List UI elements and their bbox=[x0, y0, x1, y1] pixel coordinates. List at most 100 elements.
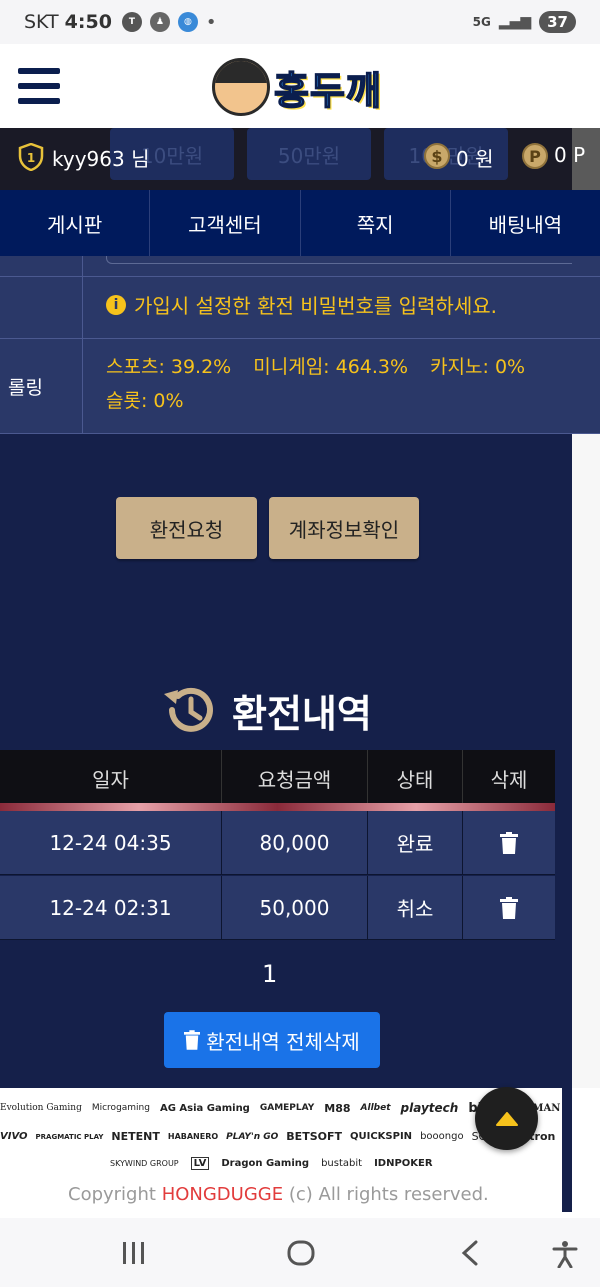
row-status: 완료 bbox=[368, 811, 463, 874]
password-notice: i 가입시 설정한 환전 비밀번호를 입력하세요. bbox=[106, 290, 497, 319]
row-date: 12-24 04:35 bbox=[0, 811, 222, 874]
delete-row-button[interactable] bbox=[463, 811, 555, 874]
network-label: 5G bbox=[472, 15, 491, 29]
rolling-slot: 슬롯: 0% bbox=[106, 390, 184, 412]
notification-icons: T ♟ ◍ • bbox=[121, 11, 217, 33]
delete-all-history-button[interactable]: 환전내역 전체삭제 bbox=[164, 1012, 380, 1068]
rolling-casino: 카지노: 0% bbox=[430, 356, 526, 378]
back-icon[interactable] bbox=[460, 1240, 480, 1266]
delete-all-label: 환전내역 전체삭제 bbox=[206, 1029, 360, 1054]
points-icon: P bbox=[522, 143, 548, 169]
rolling-label: 롤링 bbox=[0, 338, 83, 434]
money-value: 0 원 bbox=[456, 147, 494, 171]
provider-logo: playtech bbox=[400, 1101, 459, 1115]
nav-support[interactable]: 고객센터 bbox=[150, 190, 301, 256]
col-date: 일자 bbox=[0, 750, 222, 806]
site-logo[interactable]: 홍두깨 bbox=[212, 58, 382, 116]
provider-logo: SKYWIND GROUP bbox=[110, 1159, 179, 1168]
history-title: 환전내역 bbox=[232, 691, 372, 736]
menu-icon[interactable] bbox=[18, 68, 60, 104]
pagination-page[interactable]: 1 bbox=[262, 960, 277, 988]
copyright-brand: HONGDUGGE bbox=[161, 1184, 284, 1205]
person-icon: ♟ bbox=[149, 12, 170, 32]
provider-logo: bustabit bbox=[321, 1158, 363, 1169]
history-icon bbox=[164, 687, 213, 732]
copyright: Copyright HONGDUGGE (c) All rights reser… bbox=[68, 1184, 489, 1205]
provider-logo: booongo bbox=[420, 1131, 464, 1142]
rolling-values: 스포츠: 39.2% 미니게임: 464.3% 카지노: 0% 슬롯: 0% bbox=[106, 350, 566, 418]
mascot-icon bbox=[212, 58, 270, 116]
history-section-title: 환전내역 bbox=[160, 680, 372, 740]
copyright-prefix: Copyright bbox=[68, 1184, 156, 1205]
delete-row-button[interactable] bbox=[463, 876, 555, 939]
logo-text: 홍두깨 bbox=[273, 68, 382, 114]
rank-shield-icon: 1 bbox=[18, 143, 44, 171]
password-input-edge[interactable] bbox=[106, 256, 572, 264]
copyright-suffix: (c) All rights reserved. bbox=[288, 1184, 489, 1205]
provider-logo: AG Asia Gaming bbox=[159, 1102, 250, 1114]
site-header: 홍두깨 bbox=[0, 44, 600, 128]
provider-logo: PRAGMATIC PLAY bbox=[35, 1132, 104, 1141]
system-nav-bar bbox=[0, 1218, 600, 1287]
nav-board[interactable]: 게시판 bbox=[0, 190, 151, 256]
trash-icon bbox=[500, 831, 518, 854]
accessibility-icon[interactable] bbox=[552, 1240, 578, 1268]
provider-logo: Dragon Gaming bbox=[221, 1158, 310, 1169]
row-amount: 80,000 bbox=[222, 811, 368, 874]
provider-logo: NETENT bbox=[111, 1130, 160, 1143]
table-row: 12-24 04:35 80,000 완료 bbox=[0, 811, 555, 875]
signal-icon: ▂▄▆ bbox=[498, 14, 532, 30]
table-row: 12-24 02:31 50,000 취소 bbox=[0, 876, 555, 940]
provider-logo: VIVO bbox=[0, 1131, 28, 1142]
rolling-sports: 스포츠: 39.2% bbox=[106, 356, 232, 378]
provider-logos-row-3: SKYWIND GROUP LV Dragon Gaming bustabit … bbox=[110, 1157, 433, 1170]
clock: 4:50 bbox=[64, 11, 112, 33]
nav-bet-history[interactable]: 배팅내역 bbox=[451, 190, 600, 256]
amount-button-50[interactable]: 50만원 bbox=[247, 128, 371, 180]
provider-logo: HABANERO bbox=[167, 1132, 219, 1141]
trash-icon bbox=[184, 1030, 201, 1050]
status-bar: SKT 4:50 T ♟ ◍ • 5G ▂▄▆ 37 bbox=[0, 0, 600, 44]
scroll-to-top-button[interactable] bbox=[475, 1087, 538, 1150]
points-value: 0 P bbox=[554, 143, 586, 167]
nav-messages[interactable]: 쪽지 bbox=[301, 190, 451, 256]
main-nav: 게시판 고객센터 쪽지 배팅내역 bbox=[0, 190, 600, 256]
notice-text: 가입시 설정한 환전 비밀번호를 입력하세요. bbox=[134, 294, 497, 318]
provider-logo: IDNPOKER bbox=[374, 1158, 433, 1169]
col-delete: 삭제 bbox=[490, 767, 528, 792]
provider-logo: QUICKSPIN bbox=[350, 1131, 413, 1142]
row-amount: 50,000 bbox=[222, 876, 368, 939]
notice-row-label bbox=[0, 276, 83, 338]
username: kyy963 님 bbox=[52, 147, 150, 171]
trash-icon bbox=[500, 896, 518, 919]
provider-logo: Evolution Gaming bbox=[0, 1103, 82, 1113]
money-icon: $ bbox=[424, 143, 450, 169]
provider-logo: PLAY'n GO bbox=[226, 1131, 279, 1142]
col-status: 상태 bbox=[368, 750, 463, 806]
rolling-minigame: 미니게임: 464.3% bbox=[253, 356, 409, 378]
carrier-label: SKT bbox=[24, 11, 59, 33]
caret-up-icon bbox=[495, 1111, 518, 1126]
account-info-button[interactable]: 계좌정보확인 bbox=[269, 497, 419, 559]
talk-icon: T bbox=[121, 12, 142, 32]
footer-edge bbox=[562, 1088, 572, 1212]
provider-logo: M88 bbox=[324, 1101, 351, 1115]
provider-logo: GAMEPLAY bbox=[259, 1103, 315, 1113]
row-date: 12-24 02:31 bbox=[0, 876, 222, 939]
svg-text:1: 1 bbox=[27, 151, 35, 165]
col-amount: 요청금액 bbox=[222, 750, 368, 806]
dot-icon: • bbox=[205, 11, 217, 33]
provider-logo: LV bbox=[190, 1157, 210, 1170]
recent-apps-icon[interactable] bbox=[120, 1240, 148, 1266]
withdraw-request-button[interactable]: 환전요청 bbox=[116, 497, 257, 559]
home-icon[interactable] bbox=[287, 1240, 315, 1266]
provider-logos-row-2: VIVO PRAGMATIC PLAY NETENT HABANERO PLAY… bbox=[0, 1130, 555, 1143]
battery-badge: 37 bbox=[539, 11, 576, 33]
provider-logo: Allbet bbox=[360, 1103, 391, 1113]
row-divider bbox=[0, 256, 83, 276]
globe-icon: ◍ bbox=[177, 12, 198, 32]
provider-logo: Microgaming bbox=[91, 1103, 150, 1113]
row-status: 취소 bbox=[368, 876, 463, 939]
history-table-header: 일자 요청금액 상태 삭제 bbox=[0, 750, 555, 806]
info-icon: i bbox=[106, 294, 126, 315]
